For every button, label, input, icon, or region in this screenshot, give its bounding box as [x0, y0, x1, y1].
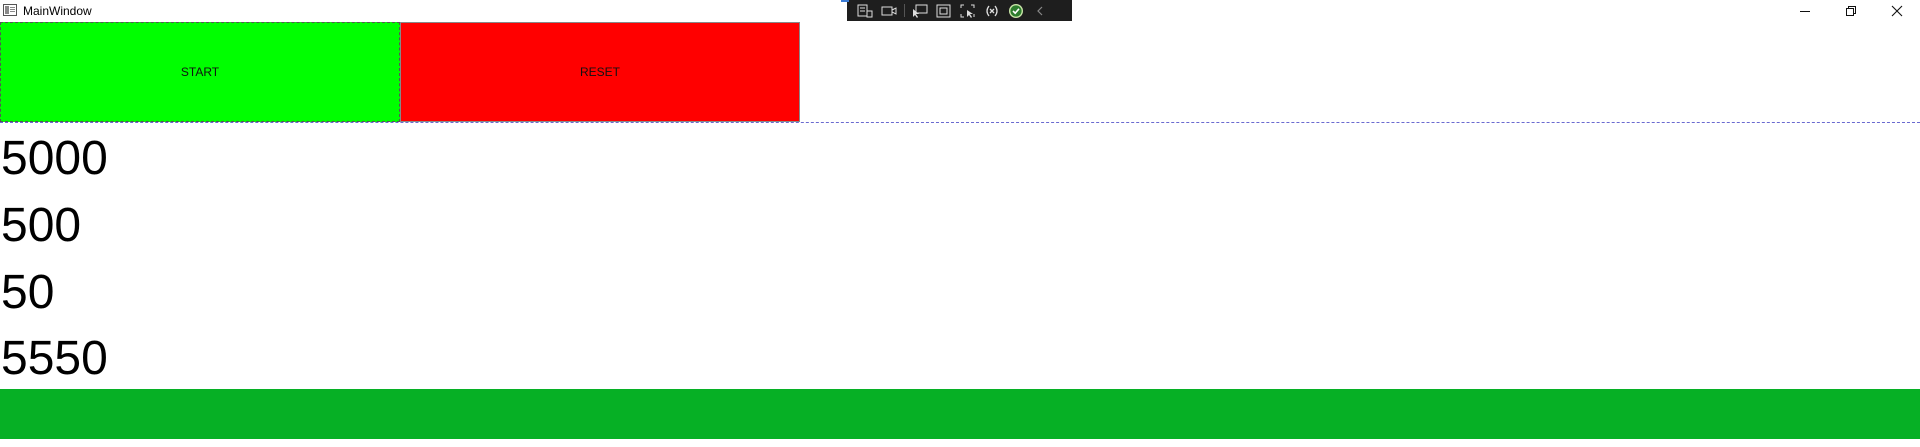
start-button-label: START [180, 65, 220, 79]
main-window: MainWindow START RESET 5000 500 50 5550 [0, 0, 1920, 447]
progress-bar [0, 389, 1920, 439]
window-title: MainWindow [23, 4, 92, 18]
progress-fill [0, 389, 1920, 439]
debug-toolbar [841, 0, 1072, 21]
minimize-icon [1800, 11, 1810, 12]
total-value-text: 5550 [1, 332, 108, 385]
window-controls [1782, 0, 1920, 22]
value-text: 500 [1, 199, 82, 252]
toolbar-separator [904, 4, 905, 17]
value-text: 5000 [1, 132, 108, 185]
binding-failures-icon[interactable] [980, 0, 1004, 21]
title-bar[interactable]: MainWindow [0, 0, 1920, 22]
hot-reload-ok-icon[interactable] [1004, 0, 1028, 21]
track-focus-icon[interactable] [956, 0, 980, 21]
collapse-icon[interactable] [1028, 0, 1052, 21]
close-button[interactable] [1874, 0, 1920, 22]
restore-icon [1846, 6, 1856, 16]
start-button[interactable]: START [0, 22, 400, 122]
minimize-button[interactable] [1782, 0, 1828, 22]
display-layout-adorners-icon[interactable] [932, 0, 956, 21]
value-text: 50 [1, 266, 55, 319]
close-icon [1891, 5, 1903, 17]
restore-button[interactable] [1828, 0, 1874, 22]
reset-button[interactable]: RESET [400, 22, 800, 122]
button-row: START RESET [0, 22, 1920, 123]
live-visual-tree-icon[interactable] [853, 0, 877, 21]
app-icon [3, 4, 17, 16]
record-icon[interactable] [877, 0, 901, 21]
select-element-icon[interactable] [908, 0, 932, 21]
reset-button-label: RESET [579, 65, 620, 79]
